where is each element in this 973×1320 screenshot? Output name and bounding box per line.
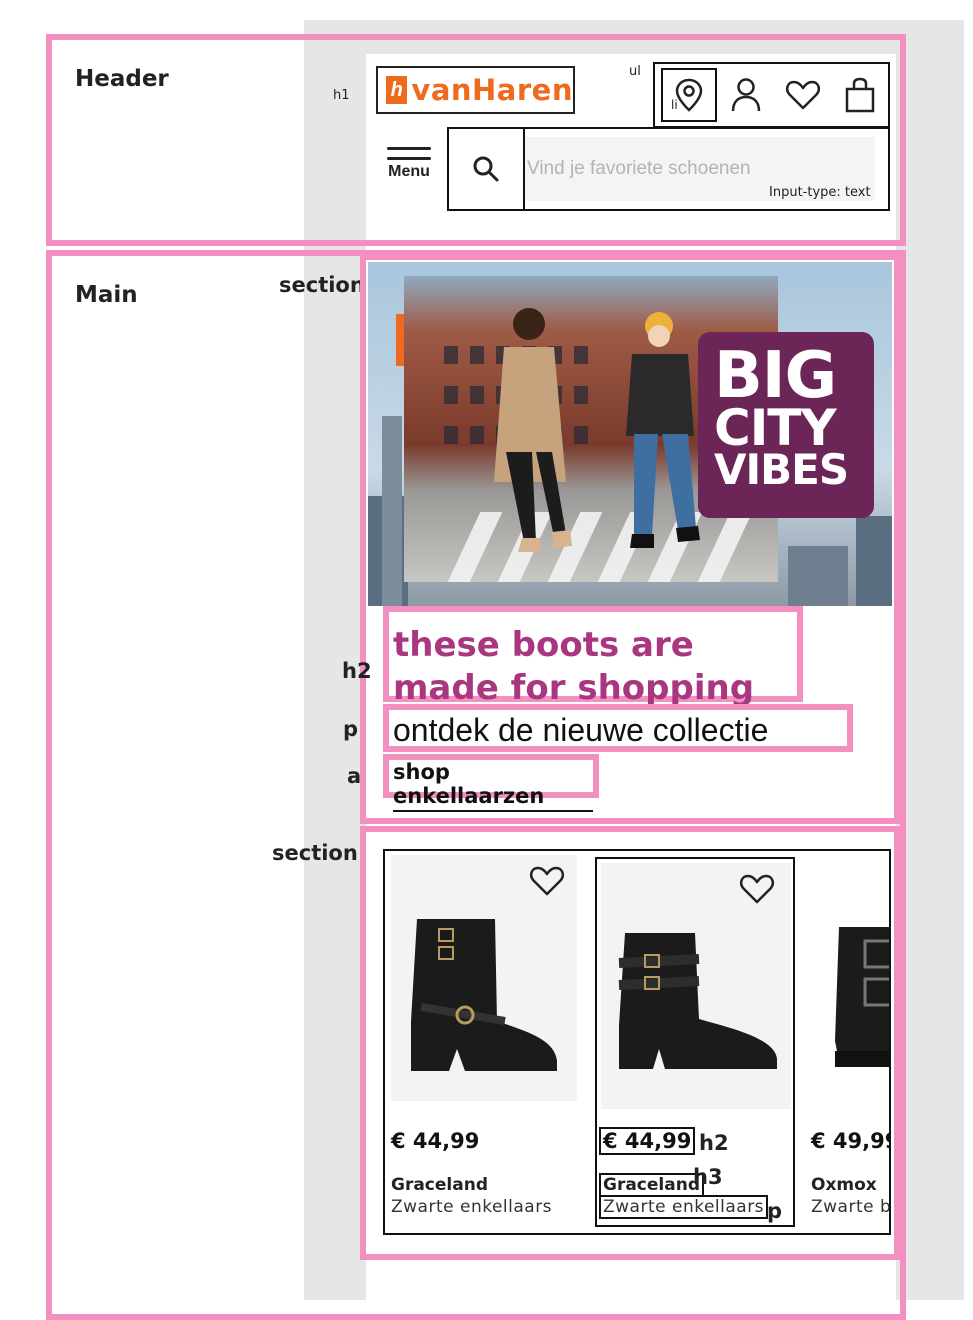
product-card[interactable]: € 49,99 Oxmox Zwarte bi bbox=[805, 851, 891, 1233]
li-tag-label: li bbox=[671, 98, 678, 112]
badge-line-3: VIBES bbox=[714, 444, 849, 494]
product-description: Zwarte enkellaars bbox=[391, 1197, 553, 1217]
heart-icon bbox=[529, 866, 565, 896]
product-description: Zwarte enkellaars bbox=[599, 1195, 769, 1219]
boot-image bbox=[618, 933, 777, 1069]
menu-label: Menu bbox=[388, 163, 430, 180]
search-submit-button[interactable] bbox=[449, 129, 525, 209]
badge-line-2: CITY bbox=[714, 398, 837, 457]
h2-tag-label: h2 bbox=[342, 659, 372, 683]
cart-button[interactable] bbox=[839, 74, 881, 116]
product-price-value: € 44,99 bbox=[599, 1127, 696, 1155]
boot-image bbox=[411, 919, 557, 1071]
header-region-label: Header bbox=[75, 66, 169, 92]
product-h3-tag-label: h3 bbox=[693, 1165, 723, 1189]
shopping-bag-icon bbox=[845, 77, 875, 113]
product-price: € 49,99 bbox=[811, 1129, 891, 1153]
user-icon bbox=[731, 78, 761, 112]
a-tag-label: a bbox=[347, 764, 362, 788]
account-button[interactable] bbox=[725, 74, 767, 116]
model-left-figure bbox=[494, 308, 572, 552]
promo-subtitle: ontdek de nieuwe collectie bbox=[383, 704, 853, 752]
product-image bbox=[811, 855, 889, 1101]
main-region-label: Main bbox=[75, 282, 138, 308]
heart-icon bbox=[739, 874, 775, 904]
product-brand: Oxmox bbox=[811, 1175, 877, 1195]
product-h2-tag-label: h2 bbox=[699, 1131, 729, 1155]
section-tag-label-2: section bbox=[272, 841, 358, 865]
favorite-button[interactable] bbox=[739, 873, 775, 909]
p-tag-label: p bbox=[343, 717, 359, 741]
product-price: € 44,99 bbox=[599, 1127, 696, 1155]
big-city-vibes-badge: BIG CITY VIBES bbox=[698, 332, 874, 518]
logo-mark-icon: h bbox=[386, 76, 408, 104]
hamburger-icon bbox=[387, 147, 431, 160]
h1-tag-label: h1 bbox=[333, 88, 350, 103]
product-brand-value: Graceland bbox=[599, 1173, 704, 1197]
product-description: Zwarte bi bbox=[811, 1197, 891, 1217]
logo-text: vanHaren bbox=[411, 73, 573, 107]
shop-boots-link-text: shop enkellaarzen bbox=[393, 760, 593, 812]
hero-banner[interactable]: BIG CITY VIBES bbox=[368, 262, 892, 606]
store-locator-button[interactable] bbox=[661, 68, 717, 122]
heart-icon bbox=[785, 80, 821, 110]
search-form: Input-type: text bbox=[447, 127, 890, 211]
badge-line-1: BIG bbox=[714, 339, 837, 413]
product-brand: Graceland bbox=[391, 1175, 488, 1195]
product-carousel: ul € 44,99 Graceland Zwarte enkellaars l… bbox=[383, 849, 891, 1235]
product-description-value: Zwarte enkellaars bbox=[599, 1195, 769, 1219]
location-pin-icon bbox=[675, 78, 703, 112]
search-icon bbox=[473, 156, 499, 182]
shop-boots-link[interactable]: shop enkellaarzen bbox=[383, 754, 599, 812]
site-logo[interactable]: h vanHaren bbox=[376, 66, 575, 114]
boot-image bbox=[835, 927, 889, 1067]
product-price: € 44,99 bbox=[391, 1129, 480, 1153]
section-tag-label: section bbox=[279, 273, 365, 297]
wishlist-button[interactable] bbox=[782, 74, 824, 116]
product-p-tag-label: p bbox=[767, 1199, 783, 1223]
ul-tag-label: ul bbox=[629, 64, 641, 79]
menu-button[interactable]: Menu bbox=[384, 147, 434, 193]
promo-heading: these boots are made for shopping bbox=[383, 606, 803, 708]
product-card-annotated[interactable]: li € 44,99 h2 Graceland h3 Zwarte enkell… bbox=[595, 857, 795, 1227]
input-type-label: Input-type: text bbox=[769, 185, 871, 200]
favorite-button[interactable] bbox=[529, 865, 565, 901]
header-icon-list: li bbox=[653, 62, 890, 128]
product-brand: Graceland bbox=[599, 1173, 704, 1197]
product-card[interactable]: € 44,99 Graceland Zwarte enkellaars bbox=[385, 851, 581, 1233]
